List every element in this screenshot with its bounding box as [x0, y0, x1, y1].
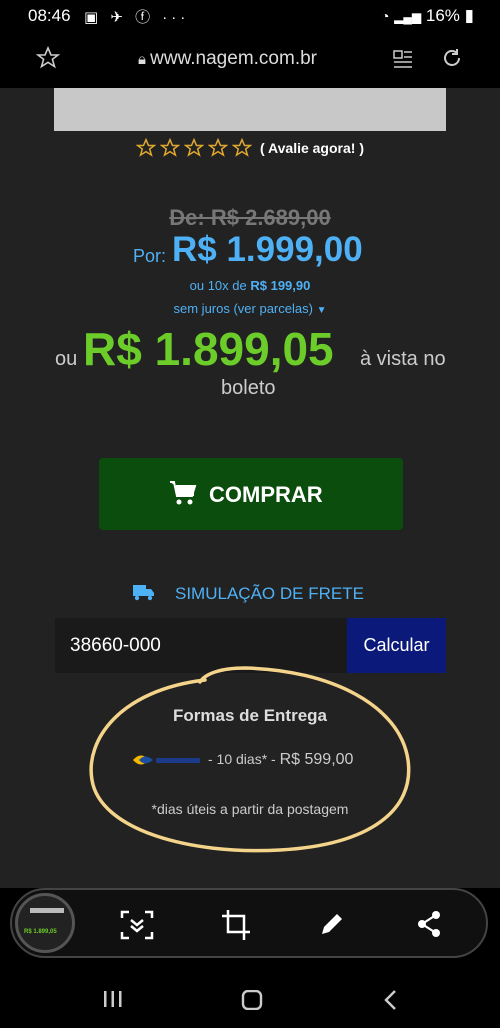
installments: ou 10x de R$ 199,90 [0, 278, 500, 293]
buy-button-label: COMPRAR [209, 482, 323, 507]
reload-icon[interactable] [440, 46, 464, 75]
thumb-price: R$ 1.899,05 [24, 929, 57, 935]
android-nav-bar [0, 970, 500, 1028]
boleto-suffix: à vista no [360, 348, 446, 370]
scroll-capture-icon[interactable] [120, 910, 154, 945]
star-icon[interactable] [160, 138, 180, 158]
lock-icon: 🔒︎ [138, 51, 151, 68]
home-icon[interactable] [241, 989, 263, 1015]
status-bar: 08:46 ▣ ✈ ⓕ ··· ◔ ▂▄▆ 16% ▮ [0, 0, 500, 32]
screenshot-toolbar: R$ 1.899,05 [10, 888, 488, 958]
status-right: ◔ ▂▄▆ 16% ▮ [381, 6, 474, 26]
share-icon[interactable] [416, 910, 442, 943]
installments-note: sem juros (ver parcelas) [173, 301, 313, 316]
installments-value: R$ 199,90 [250, 278, 311, 293]
installments-toggle[interactable]: sem juros (ver parcelas) ▼ [0, 301, 500, 316]
truck-icon [133, 585, 154, 601]
buy-button[interactable]: COMPRAR [99, 458, 403, 530]
rating-stars[interactable] [136, 138, 252, 158]
old-price: De: R$ 2.689,00 [169, 205, 331, 230]
thumb-bar [30, 908, 64, 913]
reader-mode-icon[interactable] [392, 48, 414, 75]
browser-url-bar: 🔒︎ www.nagem.com.br [0, 32, 500, 88]
battery-icon: ▮ [464, 6, 474, 25]
hand-drawn-circle-annotation [89, 666, 411, 853]
star-icon[interactable] [232, 138, 252, 158]
boleto-price: R$ 1.899,05 [83, 323, 334, 375]
wifi-icon: ◔ [380, 8, 390, 24]
installments-prefix: ou 10x de [189, 278, 247, 293]
battery-percent: 16% [425, 6, 460, 25]
shipping-title: SIMULAÇÃO DE FRETE [175, 584, 364, 603]
product-page: ( Avalie agora! ) De: R$ 2.689,00 Por: R… [0, 88, 500, 888]
url-text[interactable]: 🔒︎ www.nagem.com.br [138, 48, 317, 70]
notification-icons: ▣ ✈ ⓕ ··· [84, 9, 190, 26]
cart-icon [169, 480, 197, 511]
back-icon[interactable] [383, 990, 399, 1015]
recents-icon[interactable] [103, 990, 123, 1013]
star-icon[interactable] [184, 138, 204, 158]
rate-now-link[interactable]: ( Avalie agora! ) [260, 140, 364, 156]
or-label: ou [55, 348, 78, 370]
current-price: R$ 1.999,00 [172, 230, 363, 269]
por-label: Por: [133, 246, 167, 266]
crop-icon[interactable] [222, 910, 250, 945]
product-image-bottom [54, 88, 446, 131]
screenshot-thumbnail[interactable]: R$ 1.899,05 [15, 893, 75, 953]
caret-down-icon: ▼ [316, 305, 327, 316]
star-icon[interactable] [136, 138, 156, 158]
shipping-simulation-header: SIMULAÇÃO DE FRETE [133, 583, 364, 606]
signal-icon: ▂▄▆ [394, 10, 422, 24]
url-value: www.nagem.com.br [150, 48, 317, 69]
pencil-icon[interactable] [318, 910, 346, 943]
boleto-word: boleto [221, 377, 276, 399]
star-icon[interactable] [208, 138, 228, 158]
bookmark-star-icon[interactable] [35, 45, 61, 75]
status-time: 08:46 [28, 6, 71, 25]
